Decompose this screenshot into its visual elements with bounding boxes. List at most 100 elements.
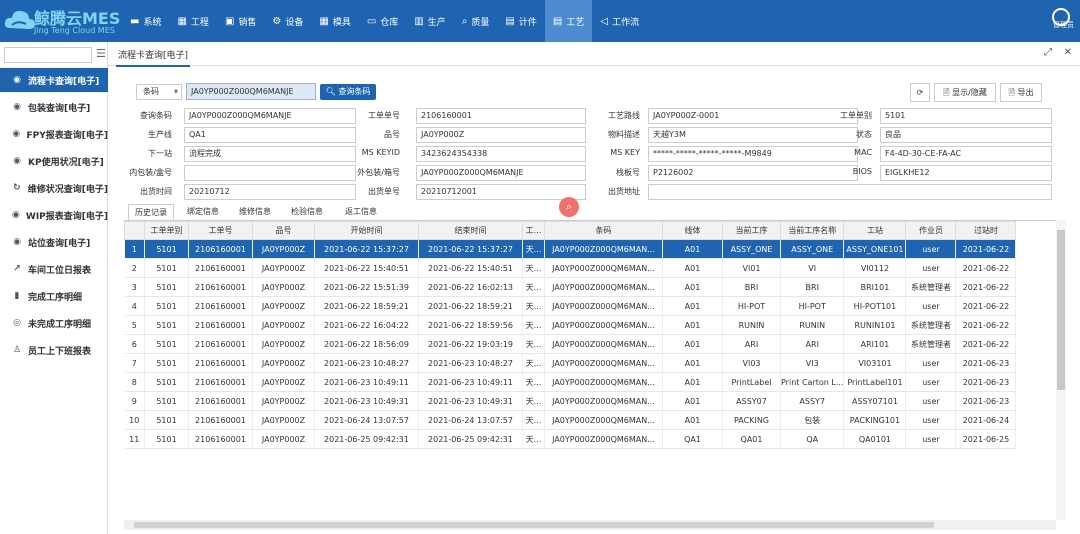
column-header[interactable]: 当前工序 bbox=[722, 221, 781, 240]
sidebar-item-1[interactable]: ◉ 流程卡查询[电子] bbox=[0, 68, 108, 92]
field-label: 出货时间 bbox=[140, 187, 172, 196]
sidebar-item-11[interactable]: ♙ 员工上下班报表 bbox=[0, 338, 108, 362]
export-button[interactable]: 🗎 导出 bbox=[1000, 83, 1042, 102]
detail-tab-5[interactable]: 返工信息 bbox=[338, 204, 384, 220]
sidebar-item-8[interactable]: ↗ 车间工位日报表 bbox=[0, 257, 108, 281]
field-value: 2106160001 bbox=[416, 108, 586, 124]
nav-item-1[interactable]: ▬ 系统 bbox=[122, 0, 169, 42]
table-cell: JA0YP000Z bbox=[252, 315, 315, 335]
sidebar-item-5[interactable]: ↻ 维修状况查询[电子] bbox=[0, 176, 108, 200]
nav-item-8[interactable]: ⌕ 质量 bbox=[454, 0, 498, 42]
sidebar-search-input[interactable] bbox=[4, 47, 92, 63]
table-cell: ARI bbox=[780, 334, 845, 354]
export-label: 导出 bbox=[1017, 88, 1034, 97]
table-row[interactable]: 7 5101 2106160001 JA0YP000Z 2021-06-23 10:48… bbox=[124, 353, 1017, 373]
vertical-scrollbar[interactable] bbox=[1056, 220, 1066, 520]
table-row[interactable]: 6 5101 2106160001 JA0YP000Z 2021-06-22 18:56… bbox=[124, 334, 1017, 354]
table-cell: VI3 bbox=[780, 353, 845, 373]
sidebar-item-2[interactable]: ◉ 包装查询[电子] bbox=[0, 95, 108, 119]
user-menu[interactable]: 管理员 bbox=[1044, 8, 1074, 36]
tab-card-query[interactable]: 流程卡查询[电子] bbox=[115, 48, 191, 67]
column-header[interactable]: 当前工序名称 bbox=[779, 221, 845, 240]
field-label: 查询条码 bbox=[140, 111, 172, 120]
table-row[interactable]: 10 5101 2106160001 JA0YP000Z 2021-06-24 13:0… bbox=[124, 410, 1017, 430]
column-header[interactable]: 作业员 bbox=[905, 221, 957, 240]
table-cell: 2021-06-23 10:49:11 bbox=[314, 372, 419, 392]
scroll-thumb[interactable] bbox=[134, 522, 934, 528]
table-cell: 2021-06-22 18:59:56 bbox=[418, 315, 523, 335]
column-header[interactable]: 工单单别 bbox=[144, 221, 189, 240]
sidebar-item-4[interactable]: ◉ KP使用状况[电子] bbox=[0, 149, 108, 173]
table-cell: QA bbox=[780, 429, 845, 449]
detail-tab-1[interactable]: 历史记录 bbox=[128, 204, 174, 220]
nav-item-3[interactable]: ▣ 销售 bbox=[217, 0, 264, 42]
nav-item-5[interactable]: ▦ 模具 bbox=[311, 0, 358, 42]
horizontal-scrollbar[interactable] bbox=[124, 520, 1056, 530]
table-row[interactable]: 11 5101 2106160001 JA0YP000Z 2021-06-25 09:4… bbox=[124, 429, 1017, 449]
column-header[interactable]: 线体 bbox=[662, 221, 723, 240]
fullscreen-icon[interactable]: ⤢ bbox=[1044, 47, 1052, 58]
sidebar-item-9[interactable]: ▮ 完成工序明细 bbox=[0, 284, 108, 308]
column-header[interactable]: 工... bbox=[522, 221, 545, 240]
nav-item-6[interactable]: ▭ 仓库 bbox=[359, 0, 406, 42]
field-label: 出货地址 bbox=[608, 187, 640, 196]
nav-item-11[interactable]: ◁ 工作流 bbox=[592, 0, 647, 42]
column-header[interactable] bbox=[124, 221, 145, 240]
top-bar: 鲸腾云MES Jing Teng Cloud MES ▬ 系统 ▦ 工程 ▣ 销售 ⚙ 设备 ▦… bbox=[0, 0, 1080, 42]
field-label: MS KEY bbox=[610, 148, 640, 157]
column-header[interactable]: 结束时间 bbox=[418, 221, 523, 240]
column-header[interactable]: 开始时间 bbox=[314, 221, 419, 240]
detail-tab-2[interactable]: 绑定信息 bbox=[180, 204, 226, 220]
nav-item-2[interactable]: ▦ 工程 bbox=[169, 0, 216, 42]
toggle-display-button[interactable]: 🗎 显示/隐藏 bbox=[934, 83, 996, 102]
document-icon: ▤ bbox=[552, 15, 563, 27]
nav-item-10[interactable]: ▤ 工艺 bbox=[544, 0, 593, 42]
sidebar-item-3[interactable]: ◉ FPY报表查询[电子] bbox=[0, 122, 108, 146]
column-header[interactable]: 工单号 bbox=[188, 221, 253, 240]
table-cell: 5101 bbox=[144, 315, 189, 335]
table-cell: 2021-06-24 bbox=[955, 410, 1017, 430]
chip-icon: ▦ bbox=[177, 15, 187, 27]
table-row[interactable]: 5 5101 2106160001 JA0YP000Z 2021-06-22 16:04… bbox=[124, 315, 1017, 335]
brand-logo[interactable]: 鲸腾云MES Jing Teng Cloud MES bbox=[0, 0, 120, 42]
search-icon: 🔍︎ bbox=[325, 87, 336, 96]
barcode-input[interactable]: JA0YP000Z000QM6MANJE bbox=[186, 83, 316, 100]
search-float-icon[interactable]: ⌕ bbox=[559, 197, 579, 217]
table-row[interactable]: 8 5101 2106160001 JA0YP000Z 2021-06-23 10:49… bbox=[124, 372, 1017, 392]
close-icon[interactable]: ✕ bbox=[1064, 47, 1072, 58]
table-row[interactable]: 4 5101 2106160001 JA0YP000Z 2021-06-22 18:59… bbox=[124, 296, 1017, 316]
column-header[interactable]: 过站时 bbox=[955, 221, 1017, 240]
query-barcode-button[interactable]: 🔍︎ 查询条码 bbox=[320, 84, 376, 100]
table-cell: 9 bbox=[124, 391, 145, 411]
menu-toggle-icon[interactable]: ☰ bbox=[96, 47, 108, 61]
table-cell: PACKING101 bbox=[843, 410, 907, 430]
nav-item-label: 工作流 bbox=[612, 17, 640, 28]
nav-item-label: 质量 bbox=[471, 17, 490, 28]
sidebar-item-7[interactable]: ◉ 站位查询[电子] bbox=[0, 230, 108, 254]
table-cell: JA0YP000Z000QM6MAN... bbox=[544, 334, 663, 354]
table-cell: 2021-06-22 18:59:21 bbox=[314, 296, 419, 316]
sidebar-item-10[interactable]: ◎ 未完成工序明细 bbox=[0, 311, 108, 335]
table-row[interactable]: 3 5101 2106160001 JA0YP000Z 2021-06-22 15:51… bbox=[124, 277, 1017, 297]
nav-item-9[interactable]: ▤ 计件 bbox=[497, 0, 544, 42]
table-cell: 5101 bbox=[144, 353, 189, 373]
detail-tab-3[interactable]: 维修信息 bbox=[232, 204, 278, 220]
table-cell: PACKING bbox=[722, 410, 781, 430]
table-row[interactable]: 9 5101 2106160001 JA0YP000Z 2021-06-23 10:49… bbox=[124, 391, 1017, 411]
nav-item-4[interactable]: ⚙ 设备 bbox=[264, 0, 311, 42]
column-header[interactable]: 品号 bbox=[252, 221, 315, 240]
column-header[interactable]: 工站 bbox=[843, 221, 907, 240]
table-row[interactable]: 2 5101 2106160001 JA0YP000Z 2021-06-22 15:40… bbox=[124, 258, 1017, 278]
column-header[interactable]: 条码 bbox=[544, 221, 663, 240]
nav-item-7[interactable]: ▥ 生产 bbox=[406, 0, 453, 42]
sidebar-item-6[interactable]: ◉ WIP报表查询[电子] bbox=[0, 203, 108, 227]
query-type-select[interactable]: 条码 bbox=[136, 84, 182, 100]
table-cell: JA0YP000Z bbox=[252, 410, 315, 430]
refresh-button[interactable]: ⟳ bbox=[910, 83, 930, 102]
scroll-thumb[interactable] bbox=[1057, 230, 1065, 390]
table-cell: 2021-06-22 19:03:19 bbox=[418, 334, 523, 354]
table-cell: 2021-06-23 bbox=[955, 372, 1017, 392]
table-row[interactable]: 1 5101 2106160001 JA0YP000Z 2021-06-22 15:37… bbox=[124, 239, 1017, 259]
eye-icon: ◎ bbox=[13, 318, 21, 328]
detail-tab-4[interactable]: 检验信息 bbox=[284, 204, 330, 220]
